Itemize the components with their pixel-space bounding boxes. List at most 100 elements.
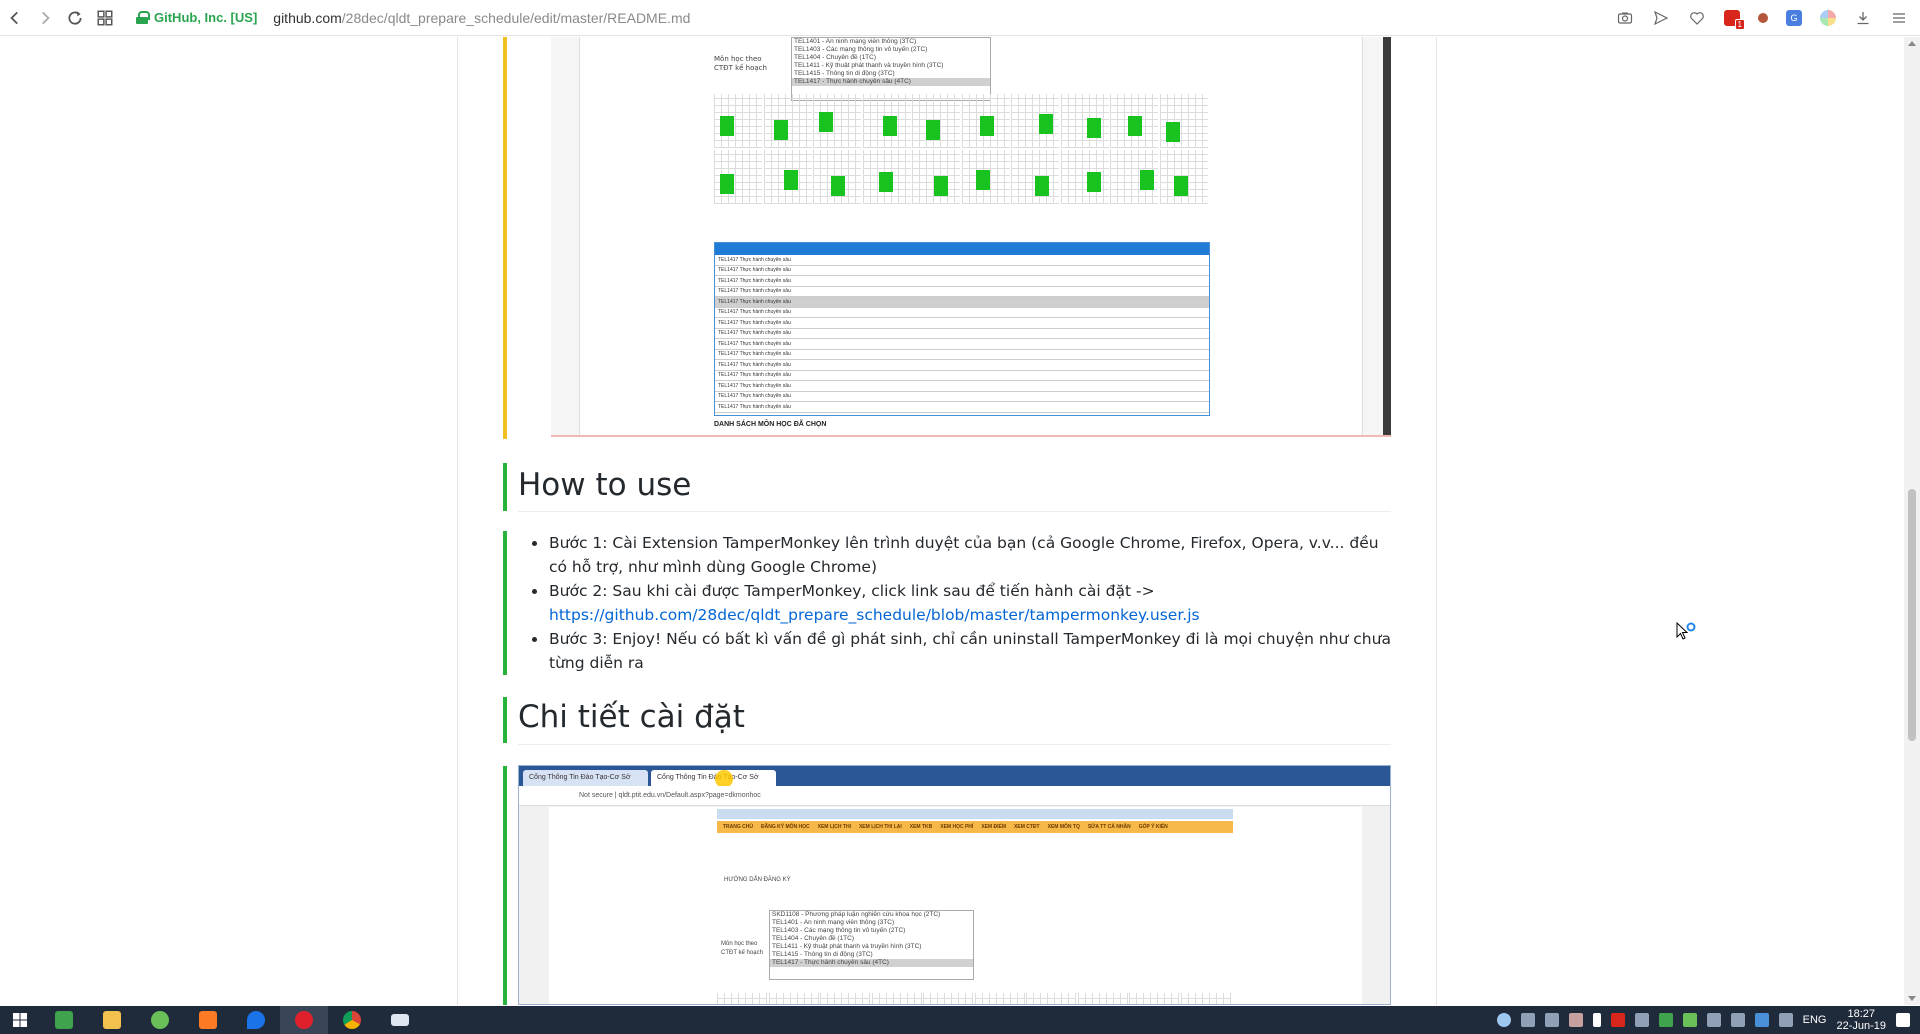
extension-red-icon[interactable]: 1 bbox=[1724, 10, 1745, 30]
extension-dot-icon[interactable] bbox=[1758, 13, 1768, 23]
start-button[interactable] bbox=[0, 1006, 40, 1034]
course-option: TEL1401 - An ninh mạng viễn thông (3TC) bbox=[794, 38, 917, 45]
taskbar-window[interactable] bbox=[376, 1006, 424, 1034]
change-marker-green bbox=[503, 766, 507, 1005]
schedule-slot-fill bbox=[720, 116, 734, 136]
tray-dropbox-icon[interactable] bbox=[1754, 1013, 1769, 1027]
tray-phone-icon[interactable] bbox=[1544, 1013, 1559, 1027]
lock-icon bbox=[136, 11, 150, 24]
table-row: TEL1417 Thực hành chuyên sâu bbox=[715, 318, 1209, 329]
folder-icon bbox=[103, 1011, 121, 1029]
schedule-slot-fill bbox=[773, 120, 788, 140]
taskbar-chrome[interactable] bbox=[328, 1006, 376, 1034]
table-cell: TEL1417 Thực hành chuyên sâu bbox=[718, 340, 791, 347]
tray-app-icon[interactable] bbox=[1568, 1013, 1583, 1027]
table-row: TEL1417 Thực hành chuyên sâu bbox=[715, 360, 1209, 371]
table-cell: TEL1417 Thực hành chuyên sâu bbox=[718, 319, 791, 326]
reload-button[interactable] bbox=[60, 3, 90, 33]
table-cell: TEL1417 Thực hành chuyên sâu bbox=[718, 277, 791, 284]
tray-volume-icon[interactable] bbox=[1730, 1013, 1745, 1027]
schedule-grid-row-2 bbox=[714, 150, 1210, 204]
translate-extension-icon[interactable]: G bbox=[1786, 10, 1802, 26]
color-extension-icon[interactable] bbox=[1820, 10, 1836, 26]
schedule-week-block bbox=[912, 94, 960, 148]
course-option: TEL1415 - Thông tin di động (3TC) bbox=[794, 70, 895, 77]
course-option: TEL1404 - Chuyên đề (1TC) bbox=[794, 54, 877, 61]
schedule-slot-fill bbox=[1086, 118, 1101, 138]
course-listbox: SKD1108 - Phương pháp luận nghiên cứu kh… bbox=[769, 910, 974, 980]
tray-cloud-icon[interactable] bbox=[1634, 1013, 1649, 1027]
send-icon[interactable] bbox=[1652, 9, 1670, 27]
apps-grid-button[interactable] bbox=[90, 3, 120, 33]
taskbar-maps[interactable] bbox=[232, 1006, 280, 1034]
scrollbar-thumb[interactable] bbox=[1908, 489, 1916, 741]
address-bar[interactable]: github.com/28dec/qldt_prepare_schedule/e… bbox=[273, 10, 690, 26]
taskbar-app-h[interactable] bbox=[40, 1006, 88, 1034]
url-host: github.com bbox=[273, 9, 342, 26]
download-icon[interactable] bbox=[1854, 9, 1872, 27]
taskbar-xampp[interactable] bbox=[184, 1006, 232, 1034]
page-viewport: Môn học theo CTĐT kế hoạch TEL1401 - An … bbox=[0, 37, 1904, 1005]
tray-chat-icon[interactable] bbox=[1496, 1013, 1511, 1027]
schedule-slot-fill bbox=[1140, 170, 1154, 190]
change-marker-green bbox=[503, 531, 507, 675]
table-cell: TEL1417 Thực hành chuyên sâu bbox=[718, 393, 791, 400]
course-option: TEL1404 - Chuyên đề (1TC) bbox=[772, 935, 855, 942]
schedule-week-block bbox=[820, 993, 870, 1004]
schedule-slot-fill bbox=[979, 116, 994, 136]
preview-menu-item: XEM CTĐT bbox=[1014, 824, 1040, 830]
taskbar-file-explorer[interactable] bbox=[88, 1006, 136, 1034]
schedule-week-block bbox=[974, 993, 1025, 1004]
clock-time: 18:27 bbox=[1847, 1008, 1875, 1020]
table-row: TEL1417 Thực hành chuyên sâu bbox=[715, 350, 1209, 360]
tampermonkey-script-link[interactable]: https://github.com/28dec/qldt_prepare_sc… bbox=[549, 606, 1200, 624]
change-marker-green bbox=[503, 463, 507, 511]
tray-h-icon[interactable] bbox=[1658, 1013, 1673, 1027]
window-icon bbox=[391, 1014, 409, 1026]
schedule-slot-fill bbox=[882, 116, 897, 136]
camera-icon[interactable] bbox=[1616, 9, 1634, 27]
taskbar-clock[interactable]: 18:27 22-Jun-19 bbox=[1836, 1008, 1886, 1032]
preview-menu-item: XEM ĐIỂM bbox=[981, 824, 1007, 830]
class-table-header bbox=[715, 243, 1209, 255]
tray-shield-icon[interactable] bbox=[1610, 1013, 1625, 1027]
schedule-slot-fill bbox=[783, 170, 798, 190]
schedule-week-block bbox=[1060, 94, 1109, 148]
schedule-week-block bbox=[813, 94, 861, 148]
schedule-week-block bbox=[763, 150, 812, 204]
tray-nvidia-icon[interactable] bbox=[1682, 1013, 1697, 1027]
schedule-week-block bbox=[768, 993, 819, 1004]
heading-rule bbox=[518, 511, 1391, 512]
scroll-down-arrow[interactable] bbox=[1908, 996, 1916, 1001]
schedule-slot-fill bbox=[1035, 176, 1049, 196]
menu-icon[interactable] bbox=[1890, 9, 1908, 27]
forward-button[interactable] bbox=[30, 3, 60, 33]
preview-menu-item: GÓP Ý KIẾN bbox=[1138, 824, 1168, 830]
back-button[interactable] bbox=[0, 3, 30, 33]
grid-icon bbox=[97, 10, 113, 25]
change-marker-yellow bbox=[503, 37, 507, 439]
heart-icon[interactable] bbox=[1688, 9, 1706, 27]
scroll-up-arrow[interactable] bbox=[1908, 41, 1916, 46]
preview-menu-item: XEM HỌC PHÍ bbox=[940, 824, 974, 830]
tray-battery-icon[interactable] bbox=[1706, 1013, 1721, 1027]
schedule-week-block bbox=[714, 94, 762, 148]
tray-v-icon[interactable] bbox=[1592, 1013, 1601, 1027]
extension-badge: 1 bbox=[1734, 19, 1745, 30]
preview-menu-item: XEM MÔN TQ bbox=[1047, 824, 1080, 830]
taskbar: ENG 18:27 22-Jun-19 bbox=[0, 1006, 1920, 1034]
page-scrollbar[interactable] bbox=[1904, 37, 1920, 1005]
input-language[interactable]: ENG bbox=[1803, 1014, 1827, 1026]
preview-menu-item: XEM TKB bbox=[909, 824, 933, 830]
table-row: TEL1417 Thực hành chuyên sâu bbox=[715, 276, 1209, 287]
course-label-line2: CTĐT kế hoạch bbox=[721, 950, 763, 956]
security-indicator[interactable]: GitHub, Inc. [US] bbox=[136, 10, 257, 25]
course-option: TEL1411 - Kỹ thuật phát thanh và truyền … bbox=[772, 943, 922, 950]
tray-wifi-icon[interactable] bbox=[1778, 1013, 1793, 1027]
taskbar-opera[interactable] bbox=[280, 1006, 328, 1034]
notification-center-icon[interactable] bbox=[1896, 1013, 1910, 1027]
course-option: TEL1417 - Thực hành chuyên sâu (4TC) bbox=[770, 959, 973, 967]
taskbar-android-studio[interactable] bbox=[136, 1006, 184, 1034]
tray-monitor-icon[interactable] bbox=[1520, 1013, 1535, 1027]
class-table: TEL1417 Thực hành chuyên sâu TEL1417 Thực… bbox=[714, 242, 1210, 416]
